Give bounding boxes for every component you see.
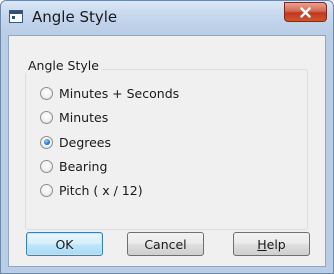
app-icon (9, 10, 23, 23)
help-button[interactable]: Help (233, 232, 310, 256)
title-bar[interactable]: Angle Style (1, 1, 333, 35)
radio-button[interactable] (40, 183, 53, 197)
radio-button[interactable] (40, 86, 53, 100)
radio-label: Degrees (59, 134, 112, 150)
help-accelerator-key: H (257, 236, 267, 252)
radio-bearing[interactable]: Bearing (40, 157, 107, 175)
ok-button[interactable]: OK (26, 232, 103, 256)
help-button-label: elp (266, 236, 286, 252)
radio-button[interactable] (40, 110, 53, 124)
radio-label: Bearing (59, 158, 108, 174)
window-title: Angle Style (32, 8, 118, 26)
radio-minutes[interactable]: Minutes (40, 108, 108, 126)
radio-pitch[interactable]: Pitch ( x / 12) (40, 181, 143, 199)
cancel-button[interactable]: Cancel (127, 232, 204, 256)
close-button[interactable] (284, 2, 327, 22)
radio-button[interactable] (40, 159, 53, 173)
radio-button-selected[interactable] (40, 135, 53, 149)
radio-label: Pitch ( x / 12) (59, 182, 143, 198)
radio-degrees[interactable]: Degrees (40, 133, 111, 151)
cancel-button-label: Cancel (144, 236, 187, 252)
radio-label: Minutes (59, 109, 109, 125)
close-icon (300, 6, 311, 18)
groupbox-label: Angle Style (25, 58, 102, 73)
radio-label: Minutes + Seconds (59, 85, 180, 101)
ok-button-label: OK (55, 236, 74, 252)
dialog-client-area: Angle Style Minutes + Seconds Minutes De… (8, 35, 326, 267)
dialog-window: Angle Style Angle Style Minutes + Second… (0, 0, 334, 274)
radio-minutes-seconds[interactable]: Minutes + Seconds (40, 84, 179, 102)
